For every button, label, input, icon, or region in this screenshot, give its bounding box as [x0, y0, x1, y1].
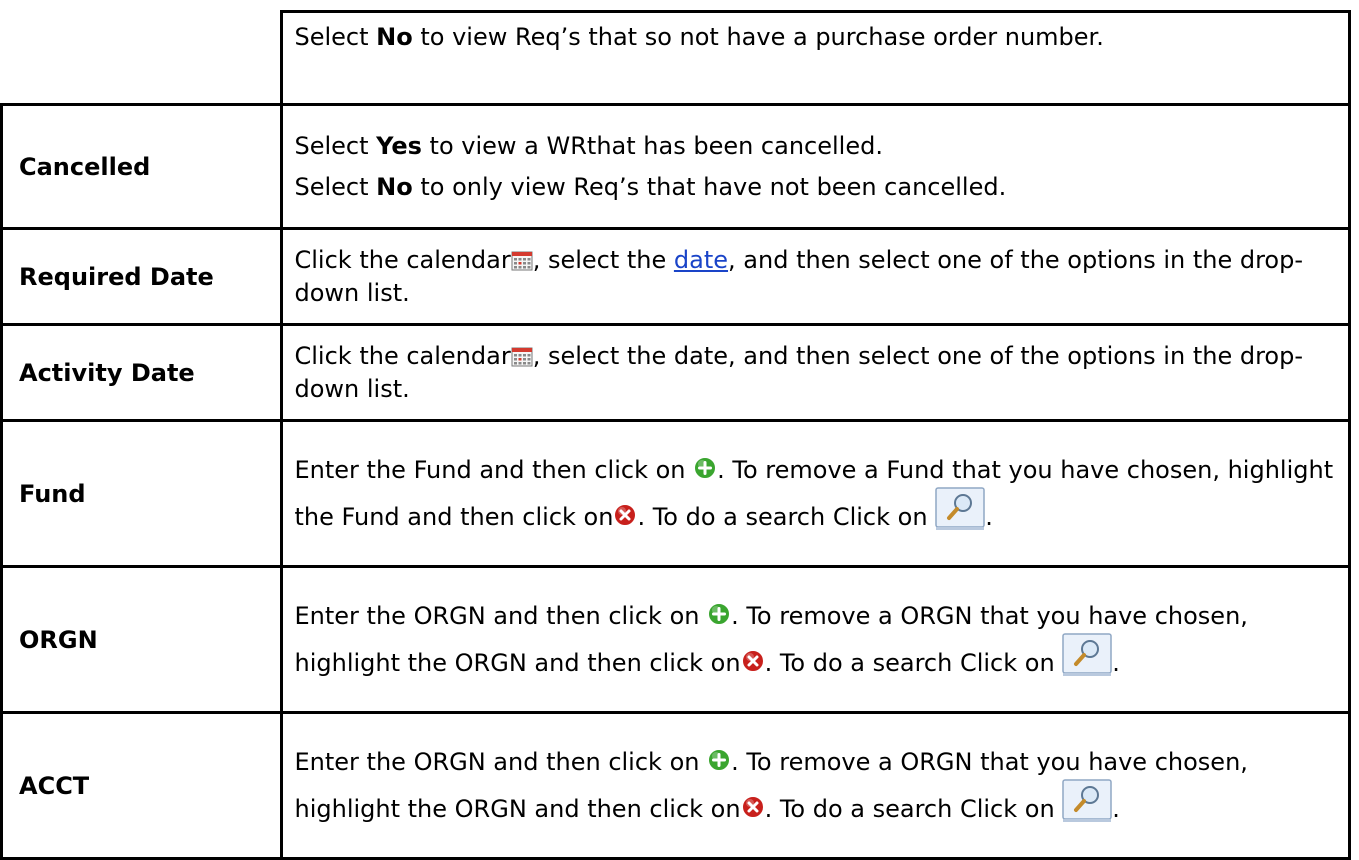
search-icon	[935, 486, 985, 530]
remove-icon	[614, 503, 637, 526]
description-text: Select	[294, 23, 377, 51]
add-icon	[708, 748, 731, 771]
description-text: .	[1112, 648, 1120, 677]
field-description: Click the calendar, select the date, and…	[281, 324, 1351, 422]
description-line: Select No to only view Req’s that have n…	[295, 171, 1339, 204]
search-icon	[1062, 778, 1113, 822]
table-row: Required Date Click the calendar , select…	[0, 228, 1351, 326]
calendar-icon	[511, 251, 533, 270]
table-row: Fund Enter the Fund and then click on . …	[0, 420, 1351, 568]
field-label: Cancelled	[0, 104, 283, 230]
field-description: Enter the Fund and then click on . To re…	[281, 420, 1351, 568]
description-text: . To do a search Click on	[764, 794, 1063, 823]
description-text: Enter the Fund and then click on	[294, 455, 694, 484]
add-icon	[694, 456, 717, 479]
description-text: , select the	[532, 245, 674, 274]
add-icon	[708, 602, 731, 625]
table-row: ORGN Enter the ORGN and then click on . …	[0, 566, 1351, 714]
emphasis-option: No	[376, 172, 413, 201]
emphasis-option: No	[376, 23, 413, 51]
date-link[interactable]: date	[674, 246, 728, 274]
field-description: Select No to view Req’s that so not have…	[281, 10, 1351, 106]
field-label: Activity Date	[0, 324, 283, 422]
description-text: Click the calendar	[294, 341, 511, 370]
field-label: Required Date	[0, 228, 283, 326]
table-row: Select No to view Req’s that so not have…	[1, 10, 1351, 106]
emphasis-option: Yes	[376, 131, 422, 160]
remove-icon	[741, 795, 764, 818]
description-line: Select Yes to view a WRthat has been can…	[295, 130, 1339, 163]
table-row: Activity Date Click the calendar, select…	[0, 324, 1351, 422]
calendar-icon	[511, 347, 533, 366]
field-help-table: Select No to view Req’s that so not have…	[0, 10, 1351, 860]
field-description: Click the calendar, select the date, and…	[281, 228, 1351, 326]
field-description: Enter the ORGN and then click on . To re…	[281, 712, 1351, 860]
description-text: to only view Req’s that have not been ca…	[412, 172, 1007, 201]
field-label: ACCT	[0, 712, 283, 860]
field-label: Fund	[0, 420, 283, 568]
table-row: ACCT Enter the ORGN and then click on . …	[0, 712, 1351, 860]
description-text: Select	[294, 172, 377, 201]
description-text: .	[985, 502, 993, 531]
field-description: Enter the ORGN and then click on . To re…	[281, 566, 1351, 714]
description-text: Enter the ORGN and then click on	[294, 747, 708, 776]
description-text: Click the calendar	[294, 245, 511, 274]
search-icon	[1062, 632, 1113, 676]
description-text: Enter the ORGN and then click on	[294, 601, 708, 630]
description-text: to view a WRthat has been cancelled.	[421, 131, 883, 160]
description-text: Select	[294, 131, 377, 160]
description-text: . To do a search Click on	[637, 502, 936, 531]
remove-icon	[741, 649, 764, 672]
field-description: Select Yes to view a WRthat has been can…	[281, 104, 1351, 230]
field-label	[1, 11, 283, 106]
description-text: to view Req’s that so not have a purchas…	[412, 23, 1104, 51]
description-text: .	[1112, 794, 1120, 823]
description-text: . To do a search Click on	[764, 648, 1063, 677]
table-row: Cancelled Select Yes to view a WRthat ha…	[0, 104, 1351, 230]
field-label: ORGN	[0, 566, 283, 714]
